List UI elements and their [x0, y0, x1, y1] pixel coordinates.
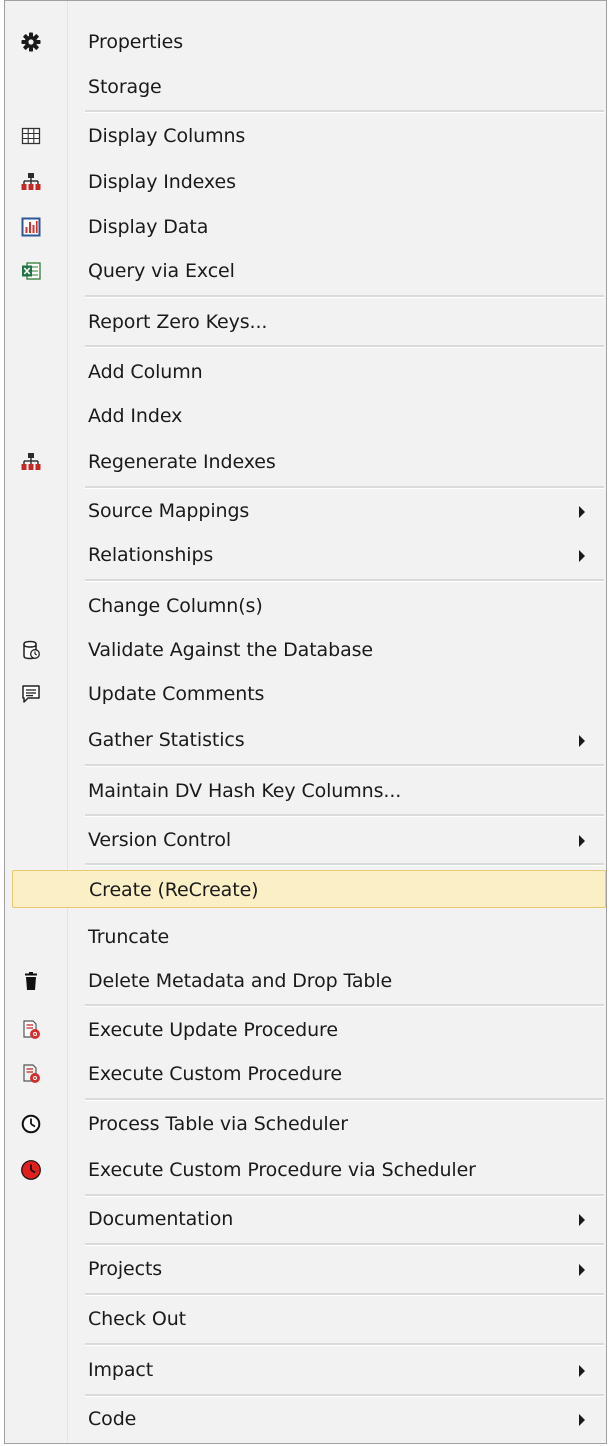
menu-item-label: Gather Statistics — [88, 729, 245, 751]
menu-separator — [85, 1098, 604, 1101]
menu-item-label: Execute Update Procedure — [88, 1019, 338, 1041]
menu-item-relationships[interactable]: Relationships — [7, 536, 604, 574]
trash-icon — [21, 971, 41, 991]
menu-item-label: Truncate — [88, 926, 170, 948]
menu-item-update-comments[interactable]: Update Comments — [7, 675, 604, 713]
menu-separator — [85, 110, 604, 113]
menu-item-execute-custom-procedure-via-scheduler[interactable]: Execute Custom Procedure via Scheduler — [7, 1151, 604, 1189]
menu-item-label: Display Data — [88, 216, 209, 238]
procedure-run-icon — [21, 1064, 41, 1084]
menu-item-regenerate-indexes[interactable]: Regenerate Indexes — [7, 443, 604, 481]
menu-item-label: Execute Custom Procedure — [88, 1063, 342, 1085]
context-menu: Properties Storage Display Columns Displ… — [4, 0, 607, 1444]
menu-item-label: Process Table via Scheduler — [88, 1113, 348, 1135]
menu-item-label: Check Out — [88, 1308, 187, 1330]
menu-item-process-table-via-scheduler[interactable]: Process Table via Scheduler — [7, 1105, 604, 1143]
hierarchy-icon — [21, 452, 41, 472]
menu-item-query-via-excel[interactable]: Query via Excel — [7, 252, 604, 290]
excel-icon — [21, 261, 41, 281]
menu-item-gather-statistics[interactable]: Gather Statistics — [7, 721, 604, 759]
menu-separator — [85, 1243, 604, 1246]
menu-item-label: Regenerate Indexes — [88, 451, 276, 473]
menu-separator — [85, 579, 604, 582]
menu-item-label: Add Index — [88, 405, 183, 427]
menu-item-impact[interactable]: Impact — [7, 1351, 604, 1389]
menu-item-execute-custom-procedure[interactable]: Execute Custom Procedure — [7, 1055, 604, 1093]
menu-separator — [85, 1293, 604, 1296]
menu-item-truncate[interactable]: Truncate — [7, 918, 604, 956]
clock-icon — [21, 1114, 41, 1134]
menu-item-label: Execute Custom Procedure via Scheduler — [88, 1159, 476, 1181]
submenu-arrow-icon — [579, 735, 585, 747]
menu-item-label: Delete Metadata and Drop Table — [88, 970, 393, 992]
menu-item-change-columns[interactable]: Change Column(s) — [7, 587, 604, 625]
menu-item-label: Display Columns — [88, 125, 246, 147]
menu-item-label: Storage — [88, 76, 162, 98]
menu-item-projects[interactable]: Projects — [7, 1250, 604, 1288]
menu-item-execute-update-procedure[interactable]: Execute Update Procedure — [7, 1011, 604, 1049]
menu-item-label: Query via Excel — [88, 260, 235, 282]
bar-chart-icon — [21, 217, 41, 237]
menu-item-maintain-dv-hash-key-columns[interactable]: Maintain DV Hash Key Columns... — [7, 772, 604, 810]
menu-item-display-indexes[interactable]: Display Indexes — [7, 163, 604, 201]
menu-separator — [85, 1343, 604, 1346]
database-validate-icon — [21, 640, 41, 660]
grid-icon — [21, 126, 41, 146]
menu-item-label: Source Mappings — [88, 500, 250, 522]
submenu-arrow-icon — [579, 1264, 585, 1276]
menu-item-label: Version Control — [88, 829, 232, 851]
menu-separator — [85, 1004, 604, 1007]
menu-separator — [85, 814, 604, 817]
menu-separator — [85, 295, 604, 298]
submenu-arrow-icon — [579, 835, 585, 847]
menu-item-label: Impact — [88, 1359, 154, 1381]
menu-item-display-data[interactable]: Display Data — [7, 208, 604, 246]
submenu-arrow-icon — [579, 1365, 585, 1377]
comment-icon — [21, 684, 41, 704]
menu-item-add-index[interactable]: Add Index — [7, 397, 604, 435]
menu-item-display-columns[interactable]: Display Columns — [7, 117, 604, 155]
menu-item-validate-against-database[interactable]: Validate Against the Database — [7, 631, 604, 669]
menu-item-label: Documentation — [88, 1208, 234, 1230]
menu-item-create-recreate[interactable]: Create (ReCreate) — [12, 870, 606, 908]
menu-item-label: Change Column(s) — [88, 595, 263, 617]
menu-item-storage[interactable]: Storage — [7, 68, 604, 106]
menu-separator — [85, 863, 604, 866]
menu-item-report-zero-keys[interactable]: Report Zero Keys... — [7, 303, 604, 341]
gear-icon — [21, 32, 41, 52]
menu-item-label: Add Column — [88, 361, 203, 383]
menu-item-label: Relationships — [88, 544, 214, 566]
menu-item-label: Create (ReCreate) — [89, 879, 259, 901]
menu-item-add-column[interactable]: Add Column — [7, 353, 604, 391]
menu-item-label: Update Comments — [88, 683, 265, 705]
hierarchy-icon — [21, 172, 41, 192]
menu-separator — [85, 1394, 604, 1397]
menu-item-delete-metadata-and-drop-table[interactable]: Delete Metadata and Drop Table — [7, 962, 604, 1000]
menu-item-label: Properties — [88, 31, 184, 53]
submenu-arrow-icon — [579, 1414, 585, 1426]
menu-item-documentation[interactable]: Documentation — [7, 1200, 604, 1238]
submenu-arrow-icon — [579, 506, 585, 518]
menu-item-label: Projects — [88, 1258, 163, 1280]
procedure-run-icon — [21, 1020, 41, 1040]
menu-item-source-mappings[interactable]: Source Mappings — [7, 492, 604, 530]
submenu-arrow-icon — [579, 550, 585, 562]
menu-item-version-control[interactable]: Version Control — [7, 821, 604, 859]
menu-item-label: Code — [88, 1408, 137, 1430]
menu-separator — [85, 345, 604, 348]
red-clock-icon — [21, 1160, 41, 1180]
menu-item-label: Validate Against the Database — [88, 639, 373, 661]
menu-item-check-out[interactable]: Check Out — [7, 1300, 604, 1338]
menu-item-label: Display Indexes — [88, 171, 236, 193]
menu-item-properties[interactable]: Properties — [7, 23, 604, 61]
menu-item-label: Maintain DV Hash Key Columns... — [88, 780, 402, 802]
menu-separator — [85, 486, 604, 489]
submenu-arrow-icon — [579, 1214, 585, 1226]
menu-item-label: Report Zero Keys... — [88, 311, 268, 333]
menu-item-code[interactable]: Code — [7, 1400, 604, 1438]
menu-separator — [85, 1194, 604, 1197]
menu-separator — [85, 764, 604, 767]
